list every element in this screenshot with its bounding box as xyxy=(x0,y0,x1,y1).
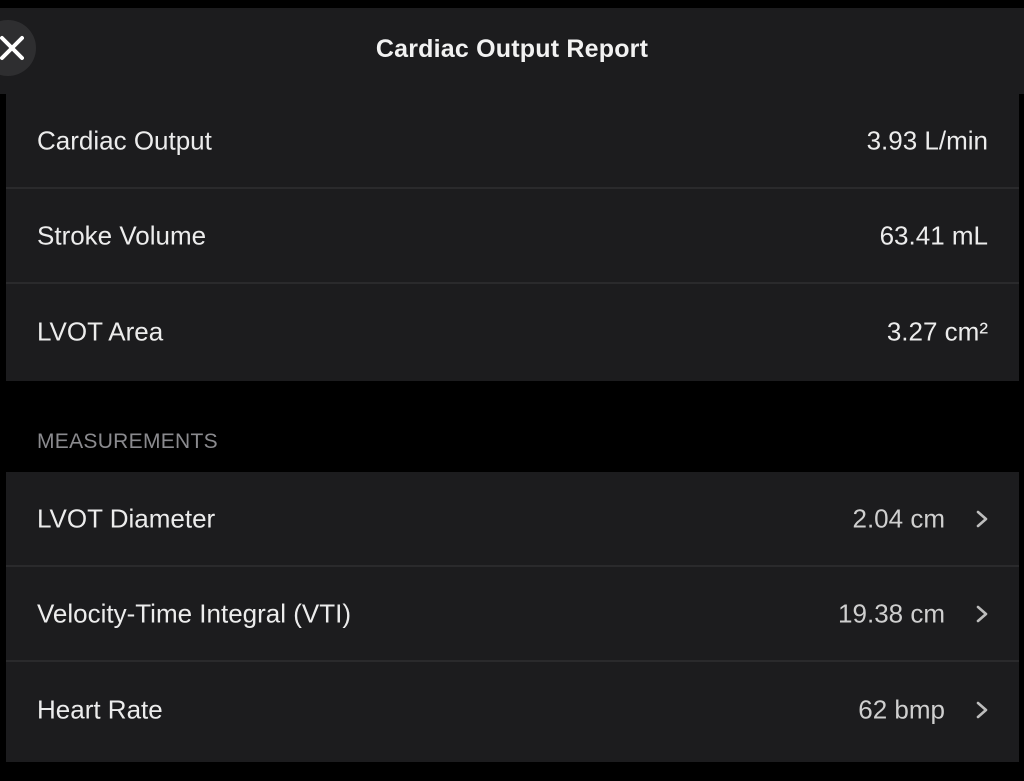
row-value: 19.38 cm xyxy=(838,598,945,628)
row-label: Cardiac Output xyxy=(37,125,212,155)
measurement-row-lvot-diameter[interactable]: LVOT Diameter 2.04 cm xyxy=(6,472,1019,567)
chevron-right-icon xyxy=(976,510,988,527)
row-value: 3.93 L/min xyxy=(866,125,988,155)
header-bar: Cardiac Output Report xyxy=(0,8,1024,94)
row-label: Heart Rate xyxy=(37,694,163,724)
chevron-right-icon xyxy=(976,605,988,622)
row-value: 63.41 mL xyxy=(879,220,988,250)
measurement-row-vti[interactable]: Velocity-Time Integral (VTI) 19.38 cm xyxy=(6,567,1019,662)
report-screen: Cardiac Output Report Cardiac Output 3.9… xyxy=(0,0,1024,781)
summary-row-lvot-area: LVOT Area 3.27 cm² xyxy=(6,284,1019,379)
measurements-section-header: MEASUREMENTS xyxy=(37,430,218,453)
row-label: Velocity-Time Integral (VTI) xyxy=(37,598,352,628)
row-label: LVOT Diameter xyxy=(37,503,216,533)
row-label: Stroke Volume xyxy=(37,220,207,250)
summary-card: Cardiac Output 3.93 L/min Stroke Volume … xyxy=(6,94,1019,381)
row-label: LVOT Area xyxy=(37,316,164,346)
chevron-right-icon xyxy=(976,701,988,718)
row-value: 62 bmp xyxy=(858,694,945,724)
row-value: 3.27 cm² xyxy=(886,316,988,346)
summary-row-stroke-volume: Stroke Volume 63.41 mL xyxy=(6,189,1019,284)
measurement-row-heart-rate[interactable]: Heart Rate 62 bmp xyxy=(6,662,1019,757)
measurements-card: LVOT Diameter 2.04 cm Velocity-Time Inte… xyxy=(6,472,1019,762)
page-title: Cardiac Output Report xyxy=(375,35,649,63)
row-value: 2.04 cm xyxy=(852,503,946,533)
summary-row-cardiac-output: Cardiac Output 3.93 L/min xyxy=(6,94,1019,189)
